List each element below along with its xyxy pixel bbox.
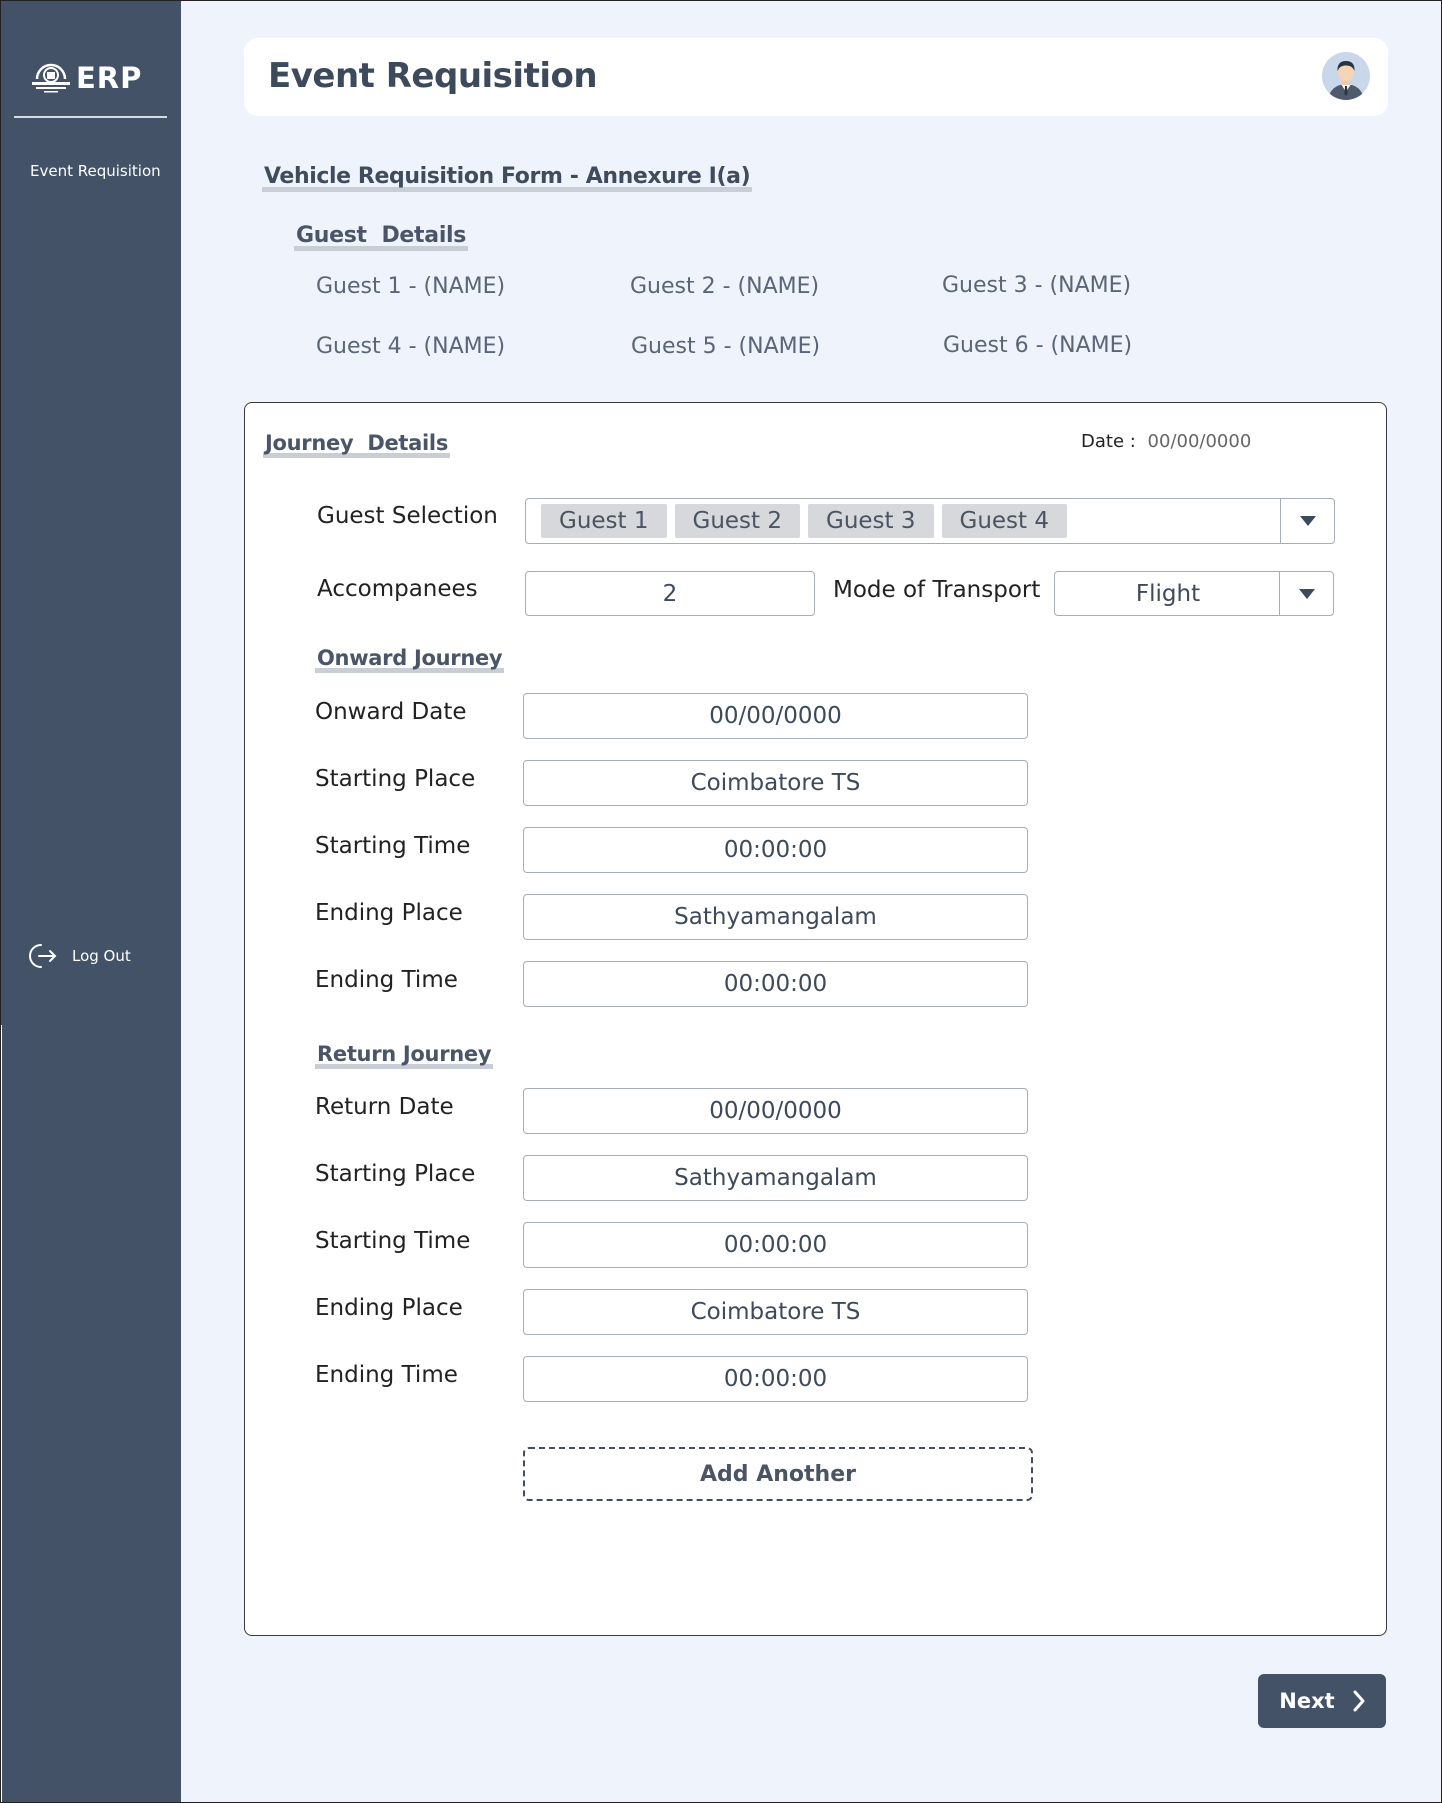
mode-of-transport-value: Flight	[1135, 580, 1201, 607]
return-ending-time-input[interactable]: 00:00:00	[523, 1356, 1028, 1402]
onward-starting-time-label: Starting Time	[315, 833, 471, 859]
next-button[interactable]: Next	[1258, 1674, 1386, 1728]
onward-starting-place-label: Starting Place	[315, 766, 476, 792]
page-title: Event Requisition	[268, 56, 598, 96]
add-another-button[interactable]: Add Another	[523, 1447, 1033, 1501]
return-ending-place-input[interactable]: Coimbatore TS	[523, 1289, 1028, 1335]
mode-dropdown-button[interactable]	[1279, 572, 1333, 615]
guest-name-5: Guest 5 - (NAME)	[631, 334, 821, 359]
guest-chip[interactable]: Guest 1	[541, 504, 667, 538]
guest-selection-multiselect[interactable]: Guest 1 Guest 2 Guest 3 Guest 4	[525, 498, 1335, 544]
guest-chip[interactable]: Guest 2	[674, 504, 800, 538]
return-date-input[interactable]: 00/00/0000	[523, 1088, 1028, 1134]
guest-name-4: Guest 4 - (NAME)	[316, 334, 506, 359]
mode-of-transport-label: Mode of Transport	[833, 577, 1041, 603]
sidebar: ERP Event Requisition Log Out	[0, 0, 181, 1803]
avatar[interactable]	[1322, 52, 1370, 100]
return-ending-place-label: Ending Place	[315, 1295, 463, 1321]
guest-name-2: Guest 2 - (NAME)	[630, 274, 820, 299]
guest-selection-dropdown-button[interactable]	[1280, 499, 1334, 543]
return-date-label: Return Date	[315, 1094, 454, 1120]
onward-date-input[interactable]: 00/00/0000	[523, 693, 1028, 739]
guest-chip[interactable]: Guest 4	[941, 504, 1067, 538]
caret-down-icon	[1299, 516, 1316, 526]
onward-ending-time-label: Ending Time	[315, 967, 458, 993]
sidebar-item-event-requisition[interactable]: Event Requisition	[30, 162, 161, 180]
onward-ending-place-label: Ending Place	[315, 900, 463, 926]
journey-details-card: Journey Details Date : 00/00/0000 Guest …	[244, 402, 1387, 1636]
onward-date-label: Onward Date	[315, 699, 467, 725]
accompanees-label: Accompanees	[317, 576, 478, 602]
onward-ending-time-input[interactable]: 00:00:00	[523, 961, 1028, 1007]
caret-down-icon	[1298, 588, 1315, 599]
return-starting-time-input[interactable]: 00:00:00	[523, 1222, 1028, 1268]
return-starting-place-label: Starting Place	[315, 1161, 476, 1187]
onward-starting-time-input[interactable]: 00:00:00	[523, 827, 1028, 873]
guest-name-6: Guest 6 - (NAME)	[943, 333, 1133, 358]
date-value: 00/00/0000	[1147, 431, 1252, 452]
guest-selection-label: Guest Selection	[317, 503, 498, 529]
user-avatar-icon	[1322, 52, 1370, 100]
next-label: Next	[1279, 1689, 1335, 1713]
mode-of-transport-select[interactable]: Flight	[1054, 571, 1334, 616]
guest-chip[interactable]: Guest 3	[808, 504, 934, 538]
journey-details-heading: Journey Details	[262, 431, 451, 458]
logo-text: ERP	[76, 61, 143, 95]
page-header: Event Requisition	[244, 38, 1388, 116]
logout-label: Log Out	[72, 947, 131, 965]
chevron-right-icon	[1353, 1690, 1365, 1712]
logout-icon	[29, 944, 57, 968]
date-label: Date :	[1081, 431, 1136, 452]
form-title: Vehicle Requisition Form - Annexure I(a)	[261, 164, 753, 192]
return-journey-heading: Return Journey	[314, 1042, 494, 1069]
logo-emblem-icon	[28, 59, 74, 97]
guest-details-heading: Guest Details	[293, 223, 469, 251]
logo: ERP	[28, 58, 142, 98]
guest-name-1: Guest 1 - (NAME)	[316, 274, 506, 299]
sidebar-edge	[0, 1025, 2, 1803]
guest-name-3: Guest 3 - (NAME)	[942, 273, 1132, 298]
return-starting-place-input[interactable]: Sathyamangalam	[523, 1155, 1028, 1201]
return-starting-time-label: Starting Time	[315, 1228, 471, 1254]
onward-starting-place-input[interactable]: Coimbatore TS	[523, 760, 1028, 806]
sidebar-divider	[14, 116, 167, 118]
return-ending-time-label: Ending Time	[315, 1362, 458, 1388]
onward-journey-heading: Onward Journey	[314, 646, 505, 673]
journey-date: Date : 00/00/0000	[1081, 431, 1251, 452]
onward-ending-place-input[interactable]: Sathyamangalam	[523, 894, 1028, 940]
logout-button[interactable]: Log Out	[28, 942, 131, 970]
accompanees-input[interactable]: 2	[525, 571, 815, 616]
